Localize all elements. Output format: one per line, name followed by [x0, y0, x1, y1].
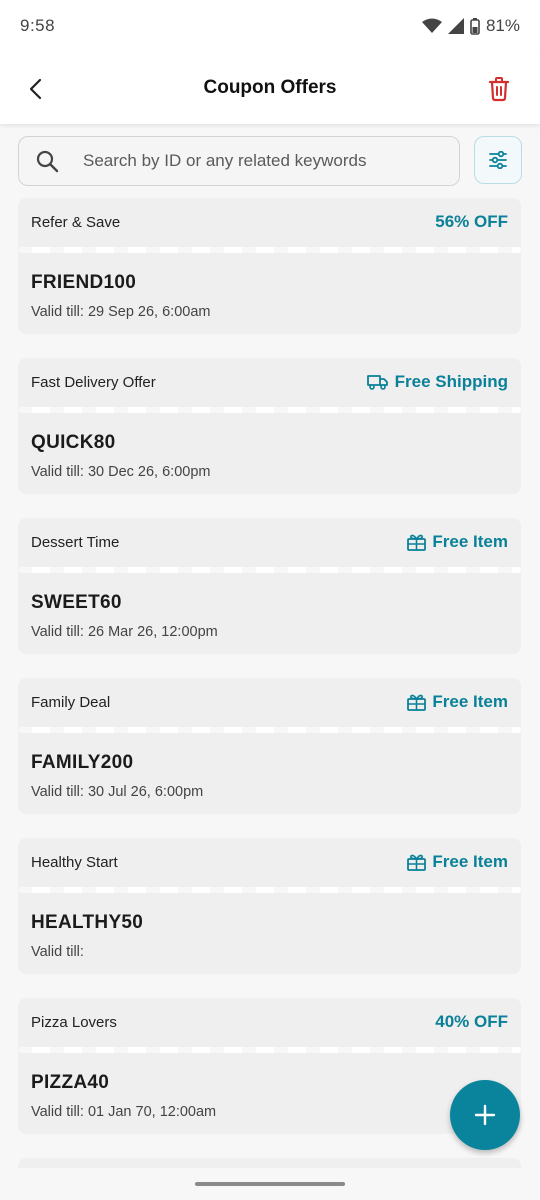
delete-button[interactable]: [484, 74, 514, 104]
truck-icon: [366, 375, 388, 390]
status-icons: 81%: [421, 16, 520, 36]
home-indicator[interactable]: [195, 1182, 345, 1186]
coupon-card[interactable]: Refer & Save 56% OFF FRIEND100 Valid til…: [18, 198, 521, 334]
coupon-name: Pizza Lovers: [31, 1014, 117, 1031]
coupon-card[interactable]: Dessert Time Free Item SWEET60 Valid til…: [18, 518, 521, 654]
coupon-card[interactable]: Healthy Start Free Item HEALTHY50 Valid …: [18, 838, 521, 974]
offer-label: 40% OFF: [435, 1012, 508, 1031]
sliders-icon: [489, 151, 507, 169]
perforation-divider: [18, 1047, 521, 1053]
gift-icon: [407, 854, 427, 871]
perforation-divider: [18, 727, 521, 733]
offer-label: Free Shipping: [394, 372, 508, 391]
coupon-card[interactable]: Fast Delivery Offer Free Shipping QUICK8…: [18, 358, 521, 494]
signal-icon: [447, 18, 464, 34]
wifi-icon: [421, 18, 442, 33]
search-box[interactable]: [18, 136, 460, 186]
battery-percent: 81%: [485, 16, 520, 35]
offer-label: Free Item: [432, 532, 508, 551]
coupon-offer: 40% OFF: [435, 1012, 508, 1032]
coupon-validity: Valid till: 29 Sep 26, 6:00am: [31, 304, 211, 320]
search-row: [18, 136, 522, 186]
coupon-code: QUICK80: [31, 432, 116, 453]
coupon-code: PIZZA40: [31, 1072, 110, 1093]
filter-button[interactable]: [474, 136, 522, 184]
search-icon: [36, 150, 59, 173]
perforation-divider: [18, 887, 521, 893]
plus-icon: [474, 1104, 496, 1126]
coupon-name: Refer & Save: [31, 214, 121, 231]
coupon-code: SWEET60: [31, 592, 122, 613]
coupon-offer: 56% OFF: [435, 212, 508, 232]
search-input[interactable]: [83, 137, 443, 185]
offer-label: Free Item: [432, 692, 508, 711]
coupon-offer: Free Item: [407, 532, 508, 552]
coupon-offer: Free Item: [407, 852, 508, 872]
offer-label: 56% OFF: [435, 212, 508, 231]
perforation-divider: [18, 407, 521, 413]
coupon-list: Refer & Save 56% OFF FRIEND100 Valid til…: [18, 198, 521, 1182]
coupon-code: FAMILY200: [31, 752, 134, 773]
coupon-name: Fast Delivery Offer: [31, 374, 156, 391]
coupon-name: Dessert Time: [31, 534, 120, 551]
coupon-code: HEALTHY50: [31, 912, 144, 933]
coupon-validity: Valid till: 01 Jan 70, 12:00am: [31, 1104, 217, 1120]
coupon-offer: Free Shipping: [366, 372, 508, 392]
trash-icon: [488, 77, 510, 102]
perforation-divider: [18, 247, 521, 253]
status-time: 9:58: [20, 16, 56, 35]
coupon-name: Family Deal: [31, 694, 111, 711]
app-bar: Coupon Offers: [0, 52, 540, 124]
battery-icon: [470, 18, 480, 35]
coupon-validity: Valid till: 30 Jul 26, 6:00pm: [31, 784, 204, 800]
page-title: Coupon Offers: [203, 77, 337, 98]
add-coupon-button[interactable]: [450, 1080, 520, 1150]
status-bar: 9:58 81%: [0, 0, 540, 52]
coupon-validity: Valid till: 26 Mar 26, 12:00pm: [31, 624, 218, 640]
offer-label: Free Item: [432, 852, 508, 871]
coupon-validity: Valid till: 30 Dec 26, 6:00pm: [31, 464, 211, 480]
coupon-card[interactable]: Family Deal Free Item FAMILY200 Valid ti…: [18, 678, 521, 814]
coupon-code: FRIEND100: [31, 272, 137, 293]
coupon-name: Healthy Start: [31, 854, 118, 871]
perforation-divider: [18, 567, 521, 573]
gift-icon: [407, 534, 427, 551]
coupon-offer: Free Item: [407, 692, 508, 712]
coupon-card[interactable]: Pizza Lovers 40% OFF PIZZA40 Valid till:…: [18, 998, 521, 1134]
coupon-validity: Valid till:: [31, 944, 84, 960]
gift-icon: [407, 694, 427, 711]
